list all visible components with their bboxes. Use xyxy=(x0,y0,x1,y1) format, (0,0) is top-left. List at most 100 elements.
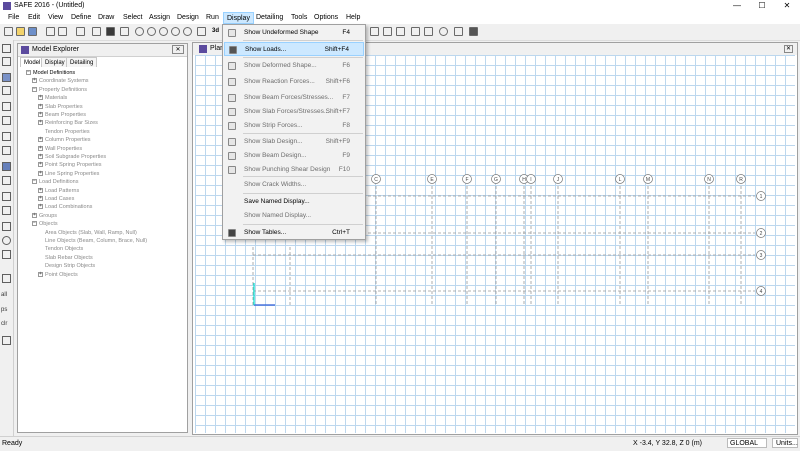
expand-icon[interactable]: + xyxy=(38,120,43,126)
menu-options[interactable]: Options xyxy=(314,14,338,21)
run-icon[interactable] xyxy=(106,27,115,36)
tree-item[interactable]: − Model Definitions xyxy=(26,69,75,77)
tree-item[interactable]: − Objects xyxy=(32,220,58,228)
extrude-view-icon[interactable] xyxy=(396,27,405,36)
menu-select[interactable]: Select xyxy=(123,14,142,21)
zoom-out-icon[interactable] xyxy=(159,27,168,36)
draw-line-support-icon[interactable] xyxy=(2,192,11,201)
plan-view-close-button[interactable]: ✕ xyxy=(784,45,793,53)
menu-file[interactable]: File xyxy=(8,14,19,21)
tree-item[interactable]: Tendon Properties xyxy=(38,128,90,136)
menu-item-save-named-display[interactable]: Save Named Display... xyxy=(224,195,364,209)
tree-item[interactable]: + Coordinate Systems xyxy=(32,77,89,85)
3d-view-icon[interactable]: 3d xyxy=(212,28,221,37)
tree-item[interactable]: Area Objects (Slab, Wall, Ramp, Null) xyxy=(38,229,137,237)
menu-item-show-deformed-shape[interactable]: Show Deformed Shape... F6 xyxy=(224,59,364,73)
draw-dimension-icon[interactable] xyxy=(2,236,11,245)
tree-item[interactable]: + Point Objects xyxy=(38,271,78,279)
pointer-icon[interactable] xyxy=(120,27,129,36)
tree-item[interactable]: − Load Definitions xyxy=(32,178,78,186)
tree-item[interactable]: + Soil Subgrade Properties xyxy=(38,153,106,161)
zoom-rubber-band-icon[interactable] xyxy=(135,27,144,36)
slab-view-icon[interactable] xyxy=(411,27,420,36)
menu-item-show-punching-shear-design[interactable]: Show Punching Shear Design F10 xyxy=(224,163,364,177)
tree-item[interactable]: Tendon Objects xyxy=(38,245,83,253)
menu-run[interactable]: Run xyxy=(206,14,219,21)
expand-icon[interactable]: + xyxy=(38,187,43,193)
expand-icon[interactable]: + xyxy=(38,271,43,277)
collapse-icon[interactable]: − xyxy=(32,221,37,227)
menu-edit[interactable]: Edit xyxy=(28,14,40,21)
tree-item[interactable]: + Groups xyxy=(32,212,57,220)
open-icon[interactable] xyxy=(16,27,25,36)
collapse-icon[interactable]: − xyxy=(32,86,37,92)
menu-item-show-slab-forces-stresses[interactable]: Show Slab Forces/Stresses... Shift+F7 xyxy=(224,105,364,119)
menu-item-show-slab-design[interactable]: Show Slab Design... Shift+F9 xyxy=(224,135,364,149)
menu-item-show-loads[interactable]: Show Loads... Shift+F4 xyxy=(224,42,364,56)
menu-draw[interactable]: Draw xyxy=(98,14,114,21)
save-icon[interactable] xyxy=(28,27,37,36)
collapse-icon[interactable]: − xyxy=(26,70,31,76)
draw-tendon-icon[interactable] xyxy=(2,206,11,215)
menu-item-show-reaction-forces[interactable]: Show Reaction Forces... Shift+F6 xyxy=(224,75,364,89)
expand-icon[interactable]: + xyxy=(38,112,43,118)
tree-item[interactable]: Slab Rebar Objects xyxy=(38,254,93,262)
draw-slab-icon[interactable] xyxy=(2,73,11,82)
draw-design-strip-icon[interactable] xyxy=(2,222,11,231)
maximize-button[interactable]: ☐ xyxy=(750,0,774,12)
draw-column-icon[interactable] xyxy=(2,162,11,171)
expand-icon[interactable]: + xyxy=(38,204,43,210)
menu-item-show-beam-design[interactable]: Show Beam Design... F9 xyxy=(224,149,364,163)
display-options-icon[interactable] xyxy=(370,27,379,36)
menu-define[interactable]: Define xyxy=(71,14,91,21)
object-shrink-icon[interactable] xyxy=(383,27,392,36)
draw-point-support-icon[interactable] xyxy=(2,176,11,185)
model-explorer-close-button[interactable]: ✕ xyxy=(172,45,184,54)
rotate-view-icon[interactable] xyxy=(197,27,206,36)
menu-design[interactable]: Design xyxy=(177,14,199,21)
close-button[interactable]: ✕ xyxy=(775,0,799,12)
intersecting-line-select-icon[interactable] xyxy=(2,336,11,345)
tree-item[interactable]: + Reinforcing Bar Sizes xyxy=(38,119,98,127)
expand-icon[interactable]: + xyxy=(32,212,37,218)
draw-wall-icon[interactable] xyxy=(2,146,11,155)
expand-icon[interactable]: + xyxy=(38,95,43,101)
expand-icon[interactable]: + xyxy=(38,145,43,151)
tree-item[interactable]: + Materials xyxy=(38,94,67,102)
beam-view-icon[interactable] xyxy=(424,27,433,36)
menu-item-show-beam-forces-stresses[interactable]: Show Beam Forces/Stresses... F7 xyxy=(224,91,364,105)
zoom-previous-icon[interactable] xyxy=(171,27,180,36)
reshape-icon[interactable] xyxy=(2,57,11,66)
expand-icon[interactable]: + xyxy=(38,162,43,168)
menu-item-show-undeformed-shape[interactable]: Show Undeformed Shape F4 xyxy=(224,26,364,40)
units-button[interactable]: Units... xyxy=(772,438,798,448)
draw-opening-icon[interactable] xyxy=(2,116,11,125)
tree-item[interactable]: + Point Spring Properties xyxy=(38,161,102,169)
tree-item[interactable]: + Column Properties xyxy=(38,136,91,144)
expand-icon[interactable]: + xyxy=(38,196,43,202)
tab-display[interactable]: Display xyxy=(41,57,69,67)
draw-quick-slab-icon[interactable] xyxy=(2,102,11,111)
tree-item[interactable]: + Line Spring Properties xyxy=(38,170,99,178)
previous-selection-button[interactable]: ps xyxy=(1,307,7,313)
select-pointer-icon[interactable] xyxy=(2,44,11,53)
minimize-button[interactable]: — xyxy=(725,0,749,12)
expand-icon[interactable]: + xyxy=(38,137,43,143)
draw-beam-icon[interactable] xyxy=(2,132,11,141)
expand-icon[interactable]: + xyxy=(38,154,43,160)
column-view-icon[interactable] xyxy=(439,27,448,36)
tab-detailing[interactable]: Detailing xyxy=(66,57,98,67)
zoom-in-icon[interactable] xyxy=(147,27,156,36)
pan-icon[interactable] xyxy=(183,27,192,36)
coordinate-system-select[interactable]: GLOBAL xyxy=(727,438,767,448)
select-all-button[interactable]: all xyxy=(1,292,7,298)
undo-icon[interactable] xyxy=(46,27,55,36)
expand-icon[interactable]: + xyxy=(38,170,43,176)
menu-item-show-named-display[interactable]: Show Named Display... xyxy=(224,209,364,223)
menu-item-show-tables[interactable]: Show Tables... Ctrl+T xyxy=(224,226,364,240)
menu-help[interactable]: Help xyxy=(346,14,360,21)
expand-icon[interactable]: + xyxy=(38,103,43,109)
tree-item[interactable]: + Load Cases xyxy=(38,195,74,203)
new-model-icon[interactable] xyxy=(4,27,13,36)
tree-item[interactable]: Design Strip Objects xyxy=(38,262,95,270)
